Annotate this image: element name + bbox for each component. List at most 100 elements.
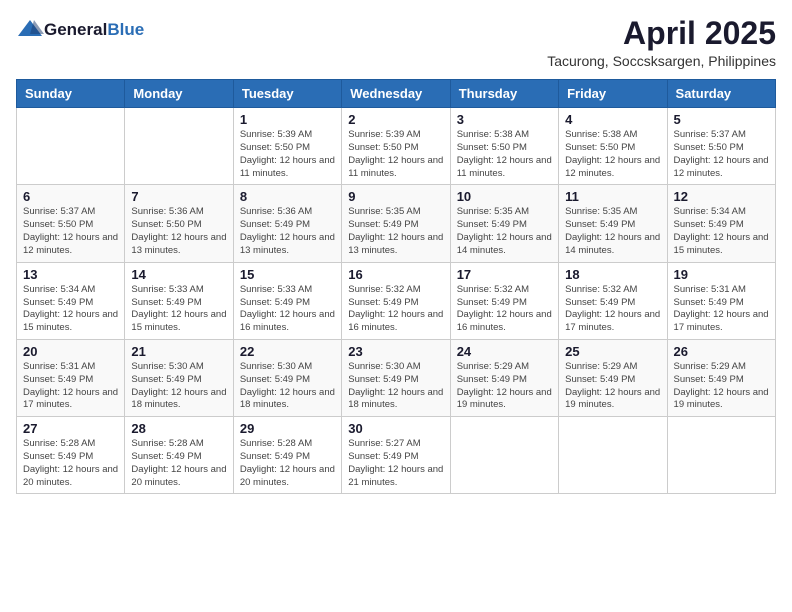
day-info: Sunrise: 5:36 AM Sunset: 5:49 PM Dayligh… [240,206,335,257]
weekday-header: Thursday [450,80,558,108]
page-header: GeneralBlue April 2025 Tacurong, Soccsks… [16,16,776,69]
calendar-cell: 18 Sunrise: 5:32 AM Sunset: 5:49 PM Dayli… [559,262,667,339]
day-info: Sunrise: 5:29 AM Sunset: 5:49 PM Dayligh… [457,361,552,412]
calendar-cell: 26 Sunrise: 5:29 AM Sunset: 5:49 PM Dayli… [667,339,775,416]
day-info: Sunrise: 5:31 AM Sunset: 5:49 PM Dayligh… [23,361,118,412]
day-info: Sunrise: 5:35 AM Sunset: 5:49 PM Dayligh… [348,206,443,257]
day-number: 6 [23,189,118,204]
day-info: Sunrise: 5:38 AM Sunset: 5:50 PM Dayligh… [457,129,552,180]
calendar-cell: 27Sunrise: 5:28 AM Sunset: 5:49 PM Dayli… [17,417,125,494]
day-info: Sunrise: 5:28 AM Sunset: 5:49 PM Dayligh… [23,438,118,489]
day-number: 13 [23,267,118,282]
day-info: Sunrise: 5:32 AM Sunset: 5:49 PM Dayligh… [565,284,660,335]
logo: GeneralBlue [16,16,144,44]
calendar-cell: 4 Sunrise: 5:38 AM Sunset: 5:50 PM Daylig… [559,108,667,185]
calendar-cell: 5 Sunrise: 5:37 AM Sunset: 5:50 PM Daylig… [667,108,775,185]
calendar-cell: 12Sunrise: 5:34 AM Sunset: 5:49 PM Dayli… [667,185,775,262]
calendar-cell: 15 Sunrise: 5:33 AM Sunset: 5:49 PM Dayli… [233,262,341,339]
calendar-cell: 11Sunrise: 5:35 AM Sunset: 5:49 PM Dayli… [559,185,667,262]
calendar-cell [559,417,667,494]
weekday-header: Sunday [17,80,125,108]
calendar-table: SundayMondayTuesdayWednesdayThursdayFrid… [16,79,776,494]
month-year-title: April 2025 [547,16,776,51]
calendar-header-row: SundayMondayTuesdayWednesdayThursdayFrid… [17,80,776,108]
day-info: Sunrise: 5:28 AM Sunset: 5:49 PM Dayligh… [131,438,226,489]
day-number: 11 [565,189,660,204]
calendar-cell: 10 Sunrise: 5:35 AM Sunset: 5:49 PM Dayli… [450,185,558,262]
title-area: April 2025 Tacurong, Soccsksargen, Phili… [547,16,776,69]
day-number: 14 [131,267,226,282]
day-info: Sunrise: 5:34 AM Sunset: 5:49 PM Dayligh… [674,206,769,257]
day-info: Sunrise: 5:35 AM Sunset: 5:49 PM Dayligh… [457,206,552,257]
day-info: Sunrise: 5:28 AM Sunset: 5:49 PM Dayligh… [240,438,335,489]
calendar-cell: 22 Sunrise: 5:30 AM Sunset: 5:49 PM Dayli… [233,339,341,416]
weekday-header: Monday [125,80,233,108]
day-number: 19 [674,267,769,282]
calendar-cell: 24 Sunrise: 5:29 AM Sunset: 5:49 PM Dayli… [450,339,558,416]
day-info: Sunrise: 5:30 AM Sunset: 5:49 PM Dayligh… [131,361,226,412]
day-number: 9 [348,189,443,204]
day-number: 8 [240,189,335,204]
day-number: 5 [674,112,769,127]
calendar-cell: 3Sunrise: 5:38 AM Sunset: 5:50 PM Daylig… [450,108,558,185]
day-number: 10 [457,189,552,204]
day-info: Sunrise: 5:33 AM Sunset: 5:49 PM Dayligh… [240,284,335,335]
calendar-cell: 30 Sunrise: 5:27 AM Sunset: 5:49 PM Dayli… [342,417,450,494]
day-info: Sunrise: 5:32 AM Sunset: 5:49 PM Dayligh… [457,284,552,335]
day-info: Sunrise: 5:31 AM Sunset: 5:49 PM Dayligh… [674,284,769,335]
day-info: Sunrise: 5:37 AM Sunset: 5:50 PM Dayligh… [674,129,769,180]
calendar-cell [17,108,125,185]
location-subtitle: Tacurong, Soccsksargen, Philippines [547,53,776,69]
day-info: Sunrise: 5:38 AM Sunset: 5:50 PM Dayligh… [565,129,660,180]
day-number: 30 [348,421,443,436]
day-number: 24 [457,344,552,359]
calendar-cell: 7 Sunrise: 5:36 AM Sunset: 5:50 PM Daylig… [125,185,233,262]
day-number: 15 [240,267,335,282]
day-info: Sunrise: 5:39 AM Sunset: 5:50 PM Dayligh… [240,129,335,180]
weekday-header: Friday [559,80,667,108]
day-number: 2 [348,112,443,127]
day-number: 28 [131,421,226,436]
calendar-cell: 8 Sunrise: 5:36 AM Sunset: 5:49 PM Daylig… [233,185,341,262]
calendar-cell: 25 Sunrise: 5:29 AM Sunset: 5:49 PM Dayli… [559,339,667,416]
calendar-week-row: 13Sunrise: 5:34 AM Sunset: 5:49 PM Dayli… [17,262,776,339]
logo-icon [16,16,44,44]
calendar-cell: 19 Sunrise: 5:31 AM Sunset: 5:49 PM Dayli… [667,262,775,339]
day-number: 18 [565,267,660,282]
calendar-week-row: 27Sunrise: 5:28 AM Sunset: 5:49 PM Dayli… [17,417,776,494]
day-number: 4 [565,112,660,127]
calendar-cell: 20 Sunrise: 5:31 AM Sunset: 5:49 PM Dayli… [17,339,125,416]
calendar-cell: 17 Sunrise: 5:32 AM Sunset: 5:49 PM Dayli… [450,262,558,339]
calendar-cell: 14Sunrise: 5:33 AM Sunset: 5:49 PM Dayli… [125,262,233,339]
day-number: 26 [674,344,769,359]
day-info: Sunrise: 5:30 AM Sunset: 5:49 PM Dayligh… [348,361,443,412]
day-info: Sunrise: 5:29 AM Sunset: 5:49 PM Dayligh… [565,361,660,412]
day-info: Sunrise: 5:36 AM Sunset: 5:50 PM Dayligh… [131,206,226,257]
day-number: 23 [348,344,443,359]
day-info: Sunrise: 5:30 AM Sunset: 5:49 PM Dayligh… [240,361,335,412]
calendar-cell: 2Sunrise: 5:39 AM Sunset: 5:50 PM Daylig… [342,108,450,185]
day-number: 25 [565,344,660,359]
day-info: Sunrise: 5:27 AM Sunset: 5:49 PM Dayligh… [348,438,443,489]
weekday-header: Wednesday [342,80,450,108]
calendar-week-row: 6 Sunrise: 5:37 AM Sunset: 5:50 PM Daylig… [17,185,776,262]
logo-general-text: General [44,20,107,39]
day-number: 7 [131,189,226,204]
day-number: 22 [240,344,335,359]
day-info: Sunrise: 5:32 AM Sunset: 5:49 PM Dayligh… [348,284,443,335]
day-number: 16 [348,267,443,282]
calendar-cell [125,108,233,185]
calendar-cell: 13Sunrise: 5:34 AM Sunset: 5:49 PM Dayli… [17,262,125,339]
calendar-cell: 1Sunrise: 5:39 AM Sunset: 5:50 PM Daylig… [233,108,341,185]
calendar-cell: 29 Sunrise: 5:28 AM Sunset: 5:49 PM Dayli… [233,417,341,494]
calendar-cell: 16 Sunrise: 5:32 AM Sunset: 5:49 PM Dayli… [342,262,450,339]
day-number: 29 [240,421,335,436]
weekday-header: Tuesday [233,80,341,108]
day-number: 20 [23,344,118,359]
day-info: Sunrise: 5:29 AM Sunset: 5:49 PM Dayligh… [674,361,769,412]
calendar-cell: 21 Sunrise: 5:30 AM Sunset: 5:49 PM Dayli… [125,339,233,416]
day-info: Sunrise: 5:37 AM Sunset: 5:50 PM Dayligh… [23,206,118,257]
calendar-cell: 28 Sunrise: 5:28 AM Sunset: 5:49 PM Dayli… [125,417,233,494]
day-number: 21 [131,344,226,359]
day-number: 17 [457,267,552,282]
